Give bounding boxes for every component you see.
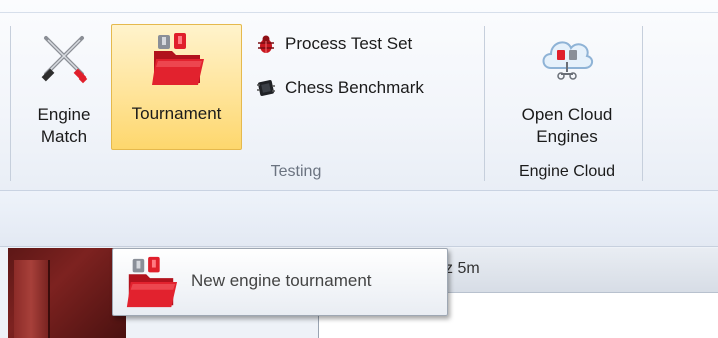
chess-benchmark-button[interactable]: Chess Benchmark [255,74,424,102]
panel-header-text: z 5m [445,260,480,277]
engine-match-label-line1: Engine [37,105,91,124]
ribbon-lower-bar [0,191,718,247]
tournament-label: Tournament [131,104,222,123]
ribbon: Engine Match Tournament Process Test Set [0,0,718,191]
engine-match-label-line2: Match [40,127,88,146]
open-cloud-engines-label-line2: Engines [536,127,598,146]
testing-group-label: Testing [270,163,322,180]
open-cloud-engines-button[interactable]: Open Cloud Engines [492,24,642,150]
folder-pieces-icon [152,33,204,85]
process-test-set-button[interactable]: Process Test Set [255,30,412,58]
chess-board-corner[interactable] [8,248,126,338]
chess-benchmark-label: Chess Benchmark [285,78,424,97]
tooltip-text: New engine tournament [191,271,372,290]
bug-icon [258,35,274,53]
board-square [14,260,50,338]
chip-icon [257,80,275,96]
group-separator [642,26,643,181]
ribbon-top-divider [0,12,718,13]
tooltip: New engine tournament [112,248,448,316]
crossed-swords-icon [41,36,88,84]
open-cloud-engines-label-line1: Open Cloud [521,105,613,124]
engine-cloud-group-label: Engine Cloud [518,163,616,180]
group-separator [10,26,11,181]
folder-pieces-icon [126,256,178,308]
tournament-button[interactable]: Tournament [111,24,242,150]
engine-match-button[interactable]: Engine Match [20,24,108,150]
cloud-engines-icon [542,41,593,80]
process-test-set-label: Process Test Set [285,34,413,53]
group-separator [484,26,485,181]
